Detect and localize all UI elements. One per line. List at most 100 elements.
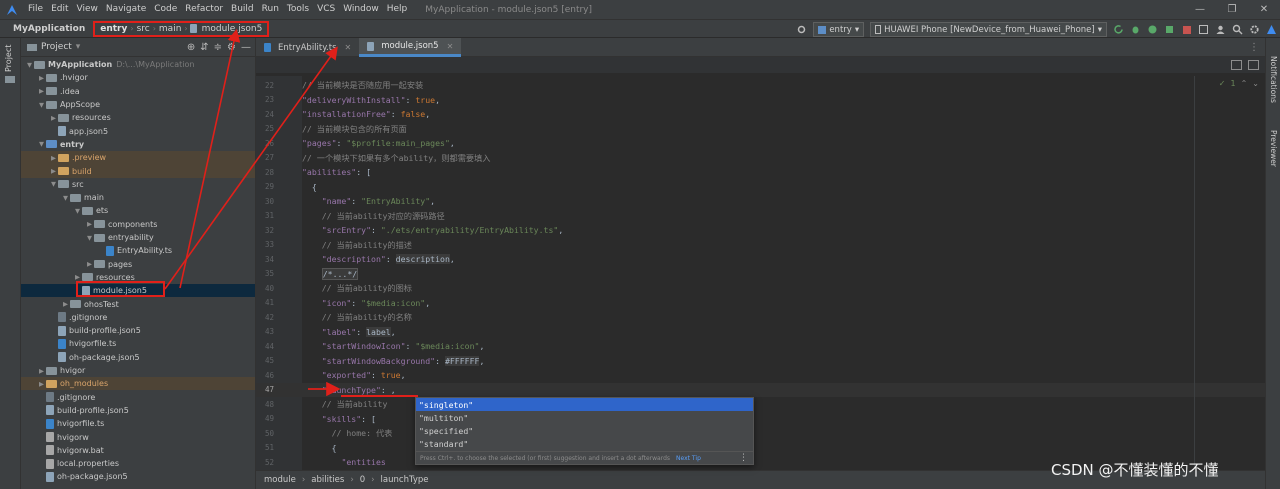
breadcrumb-file[interactable]: module.json5 (199, 24, 266, 34)
debug-icon[interactable] (1128, 22, 1143, 37)
code-line[interactable]: 49 "skills": [ (256, 412, 1266, 427)
menu-item-build[interactable]: Build (227, 0, 258, 19)
tree-item[interactable]: ▼ entryability (21, 231, 255, 244)
maximize-button[interactable]: ❐ (1216, 0, 1248, 19)
menu-item-window[interactable]: Window (339, 0, 383, 19)
close-icon[interactable]: ✕ (447, 42, 454, 51)
code-line[interactable]: 24 "installationFree": false, (256, 107, 1266, 122)
completion-item[interactable]: "specified" (416, 424, 753, 437)
status-crumb-module[interactable]: module (264, 475, 296, 485)
code-line[interactable]: 41 "icon": "$media:icon", (256, 296, 1266, 311)
code-line[interactable]: 22 // 当前模块是否随应用一起安装 (256, 78, 1266, 93)
previewer-tool-button[interactable]: Previewer (1269, 130, 1278, 167)
tree-item[interactable]: ▶ oh_modules (21, 377, 255, 391)
menu-item-vcs[interactable]: VCS (313, 0, 339, 19)
menu-item-edit[interactable]: Edit (47, 0, 72, 19)
menu-item-run[interactable]: Run (258, 0, 283, 19)
code-line[interactable]: 23 "deliveryWithInstall": true, (256, 93, 1266, 108)
tree-item[interactable]: ▼ src (21, 178, 255, 191)
attach-icon[interactable] (1162, 22, 1177, 37)
breadcrumb-main[interactable]: main (156, 24, 185, 34)
minimize-button[interactable]: — (1184, 0, 1216, 19)
tree-item[interactable]: hvigorw.bat (21, 444, 255, 457)
menu-item-code[interactable]: Code (150, 0, 181, 19)
tree-item[interactable]: ▶ components (21, 218, 255, 231)
tree-item[interactable]: ▶ .hvigor (21, 71, 255, 84)
code-line[interactable]: 50 // home: 代表 (256, 426, 1266, 441)
more-options-icon[interactable]: ⋮ (739, 453, 748, 463)
chevron-up-icon[interactable]: ⌃ (1241, 79, 1248, 88)
expanded-arrow-icon[interactable]: ▼ (37, 140, 46, 148)
status-crumb-launchtype[interactable]: launchType (381, 475, 429, 485)
tree-item[interactable]: .gitignore (21, 311, 255, 324)
ide-logo-icon[interactable] (1264, 22, 1279, 37)
tree-item[interactable]: ▶ pages (21, 258, 255, 271)
tab-module-json5[interactable]: module.json5 ✕ (359, 38, 462, 57)
tree-item[interactable]: EntryAbility.ts (21, 244, 255, 257)
menu-item-view[interactable]: View (73, 0, 102, 19)
code-line[interactable]: 33 // 当前ability的描述 (256, 238, 1266, 253)
stop-icon[interactable] (1179, 22, 1194, 37)
collapsed-arrow-icon[interactable]: ▶ (61, 300, 70, 308)
code-line[interactable]: 46 "exported": true, (256, 368, 1266, 383)
tree-item[interactable]: local.properties (21, 457, 255, 470)
settings-gear-icon[interactable] (1247, 22, 1262, 37)
collapsed-arrow-icon[interactable]: ▶ (49, 154, 58, 162)
breadcrumb-entry[interactable]: entry (97, 24, 130, 34)
collapsed-arrow-icon[interactable]: ▶ (85, 260, 94, 268)
menu-item-help[interactable]: Help (383, 0, 412, 19)
code-line[interactable]: 51 { (256, 441, 1266, 456)
run-config-select[interactable]: entry ▾ (813, 22, 865, 37)
code-line[interactable]: 40 // 当前ability的图标 (256, 281, 1266, 296)
collapsed-arrow-icon[interactable]: ▶ (49, 167, 58, 175)
tree-item[interactable]: app.json5 (21, 125, 255, 138)
code-line[interactable]: 48 // 当前ability (256, 397, 1266, 412)
collapsed-arrow-icon[interactable]: ▶ (37, 380, 46, 388)
tree-item[interactable]: ▼ MyApplication D:\...\MyApplication (21, 58, 255, 71)
hide-panel-icon[interactable]: — (241, 42, 251, 53)
collapsed-arrow-icon[interactable]: ▶ (37, 367, 46, 375)
project-tool-window-button[interactable]: Project (4, 45, 13, 72)
expanded-arrow-icon[interactable]: ▼ (25, 61, 34, 69)
status-crumb-abilities[interactable]: abilities (311, 475, 344, 485)
menu-item-navigate[interactable]: Navigate (102, 0, 150, 19)
tree-item[interactable]: hvigorw (21, 430, 255, 443)
code-line[interactable]: 30 "name": "EntryAbility", (256, 194, 1266, 209)
view-mode-icon[interactable] (1231, 60, 1242, 70)
completion-item[interactable]: "singleton" (416, 398, 753, 411)
profile-icon[interactable] (1145, 22, 1160, 37)
collapse-all-icon[interactable]: ≑ (214, 42, 222, 53)
breadcrumb-src[interactable]: src (134, 24, 153, 34)
more-tabs-icon[interactable]: ⋮ (1249, 42, 1259, 53)
profile-person-icon[interactable] (1213, 22, 1228, 37)
code-line[interactable]: 28 "abilities": [ (256, 165, 1266, 180)
collapsed-arrow-icon[interactable]: ▶ (49, 114, 58, 122)
search-icon[interactable] (1230, 22, 1245, 37)
expanded-arrow-icon[interactable]: ▼ (85, 234, 94, 242)
next-tip-link[interactable]: Next Tip (676, 455, 701, 462)
close-window-button[interactable]: ✕ (1248, 0, 1280, 19)
code-line[interactable]: 47 "launchType": , (256, 382, 1266, 397)
tab-entryability[interactable]: EntryAbility.ts ✕ (256, 38, 359, 57)
code-line[interactable]: 45 "startWindowBackground": #FFFFFF, (256, 354, 1266, 369)
menu-item-tools[interactable]: Tools (283, 0, 313, 19)
tree-item[interactable]: .gitignore (21, 391, 255, 404)
completion-item[interactable]: "standard" (416, 437, 753, 450)
code-line[interactable]: 25 // 当前模块包含的所有页面 (256, 122, 1266, 137)
code-line[interactable]: 26 "pages": "$profile:main_pages", (256, 136, 1266, 151)
tree-item[interactable]: ▶ resources (21, 111, 255, 124)
tree-item[interactable]: ▶ .preview (21, 151, 255, 165)
code-view[interactable]: 22 // 当前模块是否随应用一起安装 23 "deliveryWithInstall… (256, 76, 1266, 470)
chevron-down-icon[interactable]: ▾ (76, 42, 81, 52)
expanded-arrow-icon[interactable]: ▼ (73, 207, 82, 215)
tree-item[interactable]: ▼ AppScope (21, 98, 255, 111)
tree-item[interactable]: ▼ main (21, 191, 255, 204)
inspection-widget[interactable]: ✓ 1 ⌃ ⌄ (1219, 79, 1259, 88)
expanded-arrow-icon[interactable]: ▼ (49, 180, 58, 188)
panel-title[interactable]: Project (41, 42, 72, 52)
gear-icon[interactable]: ⚙ (227, 42, 236, 53)
tree-item[interactable]: oh-package.json5 (21, 470, 255, 483)
device-manager-icon[interactable] (1196, 22, 1211, 37)
code-line[interactable]: 42 // 当前ability的名称 (256, 310, 1266, 325)
code-line[interactable]: 29 { (256, 180, 1266, 195)
